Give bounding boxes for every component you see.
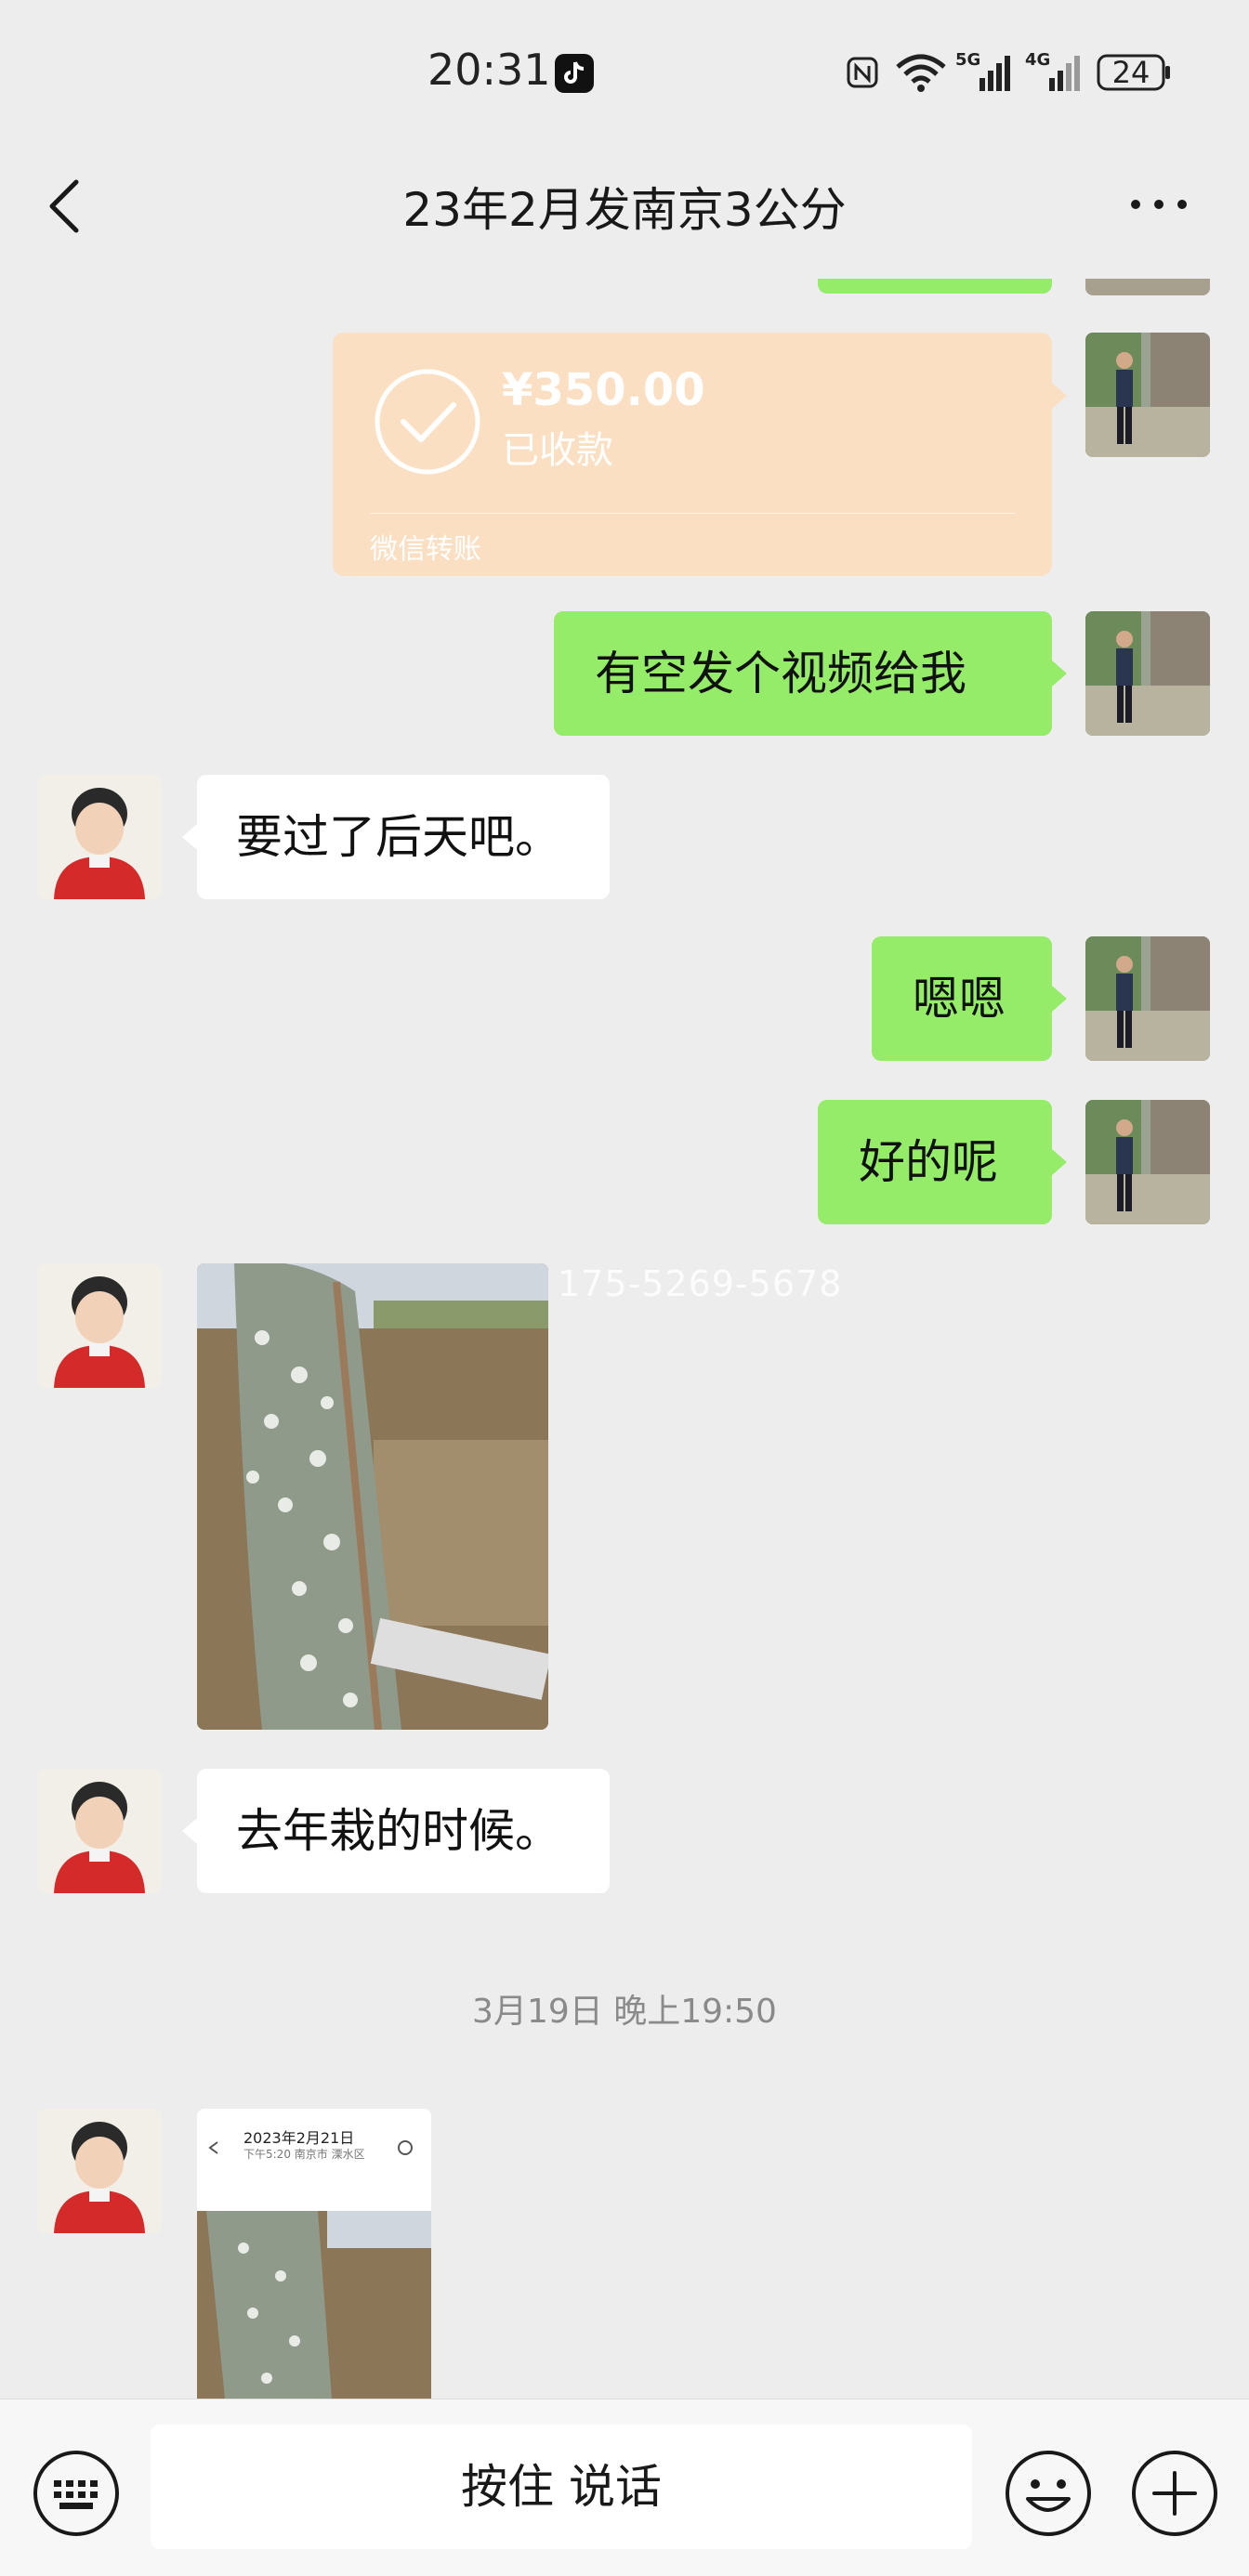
chat-title: 23年2月发南京3公分: [402, 183, 847, 237]
transfer-amount: ¥350.00: [502, 364, 705, 416]
tree-trunk-photo[interactable]: [197, 1263, 548, 1730]
bubble-tail: [1052, 986, 1067, 1012]
signal-4g-icon: 4G: [1025, 48, 1083, 95]
keyboard-icon[interactable]: [32, 2449, 121, 2538]
avatar[interactable]: [1085, 611, 1210, 736]
avatar[interactable]: [1085, 333, 1210, 457]
bubble-tail: [1052, 660, 1067, 686]
transfer-card-tail: [1052, 383, 1067, 409]
signal-5g-icon: 5G: [955, 48, 1013, 95]
bubble-tail: [182, 1818, 197, 1844]
avatar[interactable]: [1085, 1100, 1210, 1224]
transfer-status: 已收款: [502, 429, 613, 472]
plus-icon[interactable]: [1130, 2449, 1219, 2538]
chat-area[interactable]: [0, 279, 1249, 2399]
svg-text:4G: 4G: [1025, 50, 1050, 70]
avatar[interactable]: [37, 775, 162, 899]
transfer-label: 微信转账: [370, 533, 481, 566]
avatar[interactable]: [1085, 936, 1210, 1061]
bubble-tail: [182, 824, 197, 850]
nfc-icon: [846, 56, 879, 89]
avatar[interactable]: [37, 1769, 162, 1893]
more-dots-icon[interactable]: [1126, 186, 1191, 223]
screenshot-date: 2023年2月21日: [243, 2129, 355, 2147]
message-timestamp: 3月19日 晚上19:50: [472, 1993, 777, 2031]
message-bubble[interactable]: 嗯嗯: [872, 936, 1052, 1061]
message-bubble[interactable]: 好的呢: [818, 1100, 1052, 1224]
transfer-divider: [370, 513, 1015, 514]
hold-to-talk-button[interactable]: 按住 说话: [151, 2425, 972, 2549]
avatar[interactable]: [37, 2109, 162, 2233]
message-bubble[interactable]: 去年栽的时候。: [197, 1769, 610, 1893]
chevron-left-icon[interactable]: [43, 177, 89, 236]
status-time: 20:31: [427, 45, 551, 95]
partial-green-bubble: [818, 279, 1052, 294]
message-bubble[interactable]: 有空发个视频给我: [554, 611, 1052, 736]
image-watermark: 175-5269-5678: [558, 1263, 843, 1304]
tiktok-icon: [555, 54, 594, 93]
bubble-tail: [1052, 1149, 1067, 1175]
emoji-icon[interactable]: [1004, 2449, 1093, 2538]
svg-text:5G: 5G: [955, 50, 980, 70]
avatar[interactable]: [37, 1263, 162, 1388]
check-circle-icon: [374, 368, 481, 476]
battery-level: 24: [1111, 55, 1150, 90]
avatar-partial: [1085, 279, 1210, 295]
screenshot-photo[interactable]: 2023年2月21日 下午5:20 南京市 溧水区: [197, 2109, 431, 2399]
wifi-icon: [894, 52, 948, 93]
message-bubble[interactable]: 要过了后天吧。: [197, 775, 610, 899]
screenshot-subcaption: 下午5:20 南京市 溧水区: [243, 2148, 365, 2161]
